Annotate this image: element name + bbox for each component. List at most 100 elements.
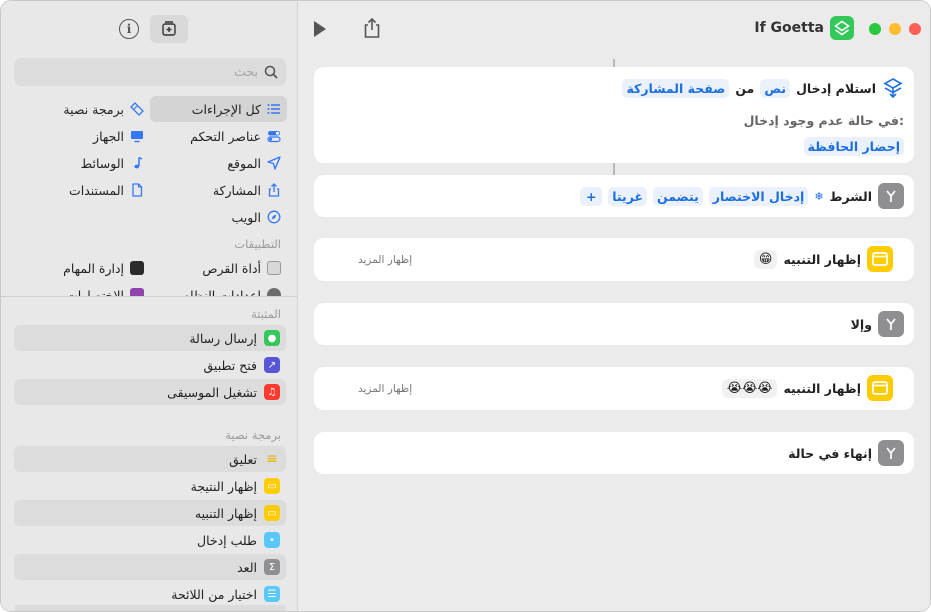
action-ask-input[interactable]: طلب إدخال • <box>14 527 286 553</box>
category-label: الوسائط <box>80 155 124 171</box>
share-button[interactable] <box>362 17 382 39</box>
search-input[interactable]: بحث <box>234 64 258 79</box>
condition-operator-parameter[interactable]: يتضمن <box>653 186 703 206</box>
pinned-label: إرسال رسالة <box>189 330 257 346</box>
source-parameter[interactable]: صفحة المشاركة <box>622 78 730 98</box>
if-label: الشرط <box>829 188 872 204</box>
category-media[interactable]: الوسائط <box>14 150 150 176</box>
app-label: إدارة المهام <box>63 260 124 276</box>
action-label: طلب إدخال <box>197 532 257 548</box>
search-field[interactable]: بحث <box>14 58 286 86</box>
category-all-actions[interactable]: كل الإجراءات <box>150 96 287 122</box>
pinned-label: تشغيل الموسيقى <box>167 384 257 400</box>
branch-icon <box>878 183 904 209</box>
show-alert-action-1[interactable]: إظهار المزيد 😁 إظهار التنبيه <box>314 238 914 281</box>
show-more-button[interactable]: إظهار المزيد <box>358 254 412 266</box>
music-icon: ♫ <box>264 384 280 400</box>
alert-message-parameter[interactable]: 😁 <box>753 249 778 269</box>
show-more-button[interactable]: إظهار المزيد <box>358 383 412 395</box>
action-count[interactable]: العد Σ <box>14 554 286 580</box>
arrow-up-right-icon: ↗ <box>264 357 280 373</box>
otherwise-action[interactable]: وإلا <box>314 303 914 345</box>
pinned-play-music[interactable]: تشغيل الموسيقى ♫ <box>14 379 286 405</box>
app-disk-utility[interactable]: أداة القرص <box>150 255 287 281</box>
action-show-result[interactable]: إظهار النتيجة ▭ <box>14 473 286 499</box>
action-label: تعليق <box>229 451 257 467</box>
action-choose-from-list[interactable]: اختيار من اللائحة ☰ <box>14 581 286 607</box>
shortcut-input-icon: ❄ <box>814 189 824 203</box>
alert-window-icon <box>867 375 893 401</box>
alert-label: إظهار التنبيه <box>783 380 861 396</box>
pinned-send-message[interactable]: إرسال رسالة ● <box>14 325 286 351</box>
receive-input-icon <box>883 78 903 99</box>
condition-value-parameter[interactable]: غريتا <box>608 186 648 206</box>
category-location[interactable]: الموقع <box>150 150 287 176</box>
fallback-label: في حالة عدم وجود إدخال: <box>743 113 904 128</box>
app-label: أداة القرص <box>202 260 261 276</box>
category-label: الويب <box>231 209 262 225</box>
category-documents[interactable]: المستندات <box>14 177 150 203</box>
shortcuts-window: i بحث كل الإجراءات عناصر التحكم الموقع ا… <box>0 0 931 612</box>
action-library-button[interactable] <box>150 15 188 43</box>
alert-message-parameter[interactable]: 😭😭😭 <box>721 378 778 398</box>
minimize-button[interactable] <box>889 23 901 35</box>
sidebar-toolbar: i <box>1 15 298 43</box>
input-type-parameter[interactable]: نص <box>760 78 791 98</box>
action-partial-row <box>14 605 286 611</box>
receive-input-action[interactable]: صفحة المشاركة من نص استلام إدخال في حالة… <box>314 67 914 163</box>
end-if-action[interactable]: إنهاء في حالة <box>314 432 914 474</box>
search-icon <box>264 65 278 79</box>
workflow-canvas: صفحة المشاركة من نص استلام إدخال في حالة… <box>298 57 930 611</box>
category-label: المشاركة <box>212 182 261 198</box>
action-label: العد <box>237 559 257 575</box>
app-shortcuts[interactable]: الاختصارات <box>14 282 150 296</box>
action-comment[interactable]: تعليق ≡ <box>14 446 286 472</box>
app-label: الاختصارات <box>65 287 124 297</box>
from-label: من <box>735 80 755 96</box>
alert1-row: 😁 إظهار التنبيه <box>753 246 893 272</box>
apps-overflow-clip: إعدادات النظام الاختصارات <box>1 282 298 296</box>
receive-title: استلام إدخال <box>796 80 876 96</box>
app-system-settings[interactable]: إعدادات النظام <box>150 282 287 296</box>
share-icon <box>267 183 281 197</box>
branch-icon <box>878 311 904 337</box>
category-sharing[interactable]: المشاركة <box>150 177 287 203</box>
otherwise-row: وإلا <box>851 311 904 337</box>
action-label: اختيار من اللائحة <box>171 586 257 602</box>
app-label: إعدادات النظام <box>182 287 261 297</box>
list-icon <box>267 102 281 116</box>
compass-icon <box>267 210 281 224</box>
info-icon[interactable]: i <box>119 19 139 39</box>
sidebar: i بحث كل الإجراءات عناصر التحكم الموقع ا… <box>1 1 298 611</box>
sidebar-divider <box>1 296 298 297</box>
alert-label: إظهار التنبيه <box>783 251 861 267</box>
category-controls[interactable]: عناصر التحكم <box>150 123 287 149</box>
category-scripting[interactable]: برمجة نصية <box>14 96 150 122</box>
if-action[interactable]: + غريتا يتضمن إدخال الاختصار ❄ الشرط <box>314 175 914 217</box>
condition-input-parameter[interactable]: إدخال الاختصار <box>708 186 809 206</box>
count-icon: Σ <box>264 559 280 575</box>
receive-input-row: صفحة المشاركة من نص استلام إدخال <box>622 77 904 99</box>
add-condition-button[interactable]: + <box>580 186 603 206</box>
close-button[interactable] <box>909 23 921 35</box>
action-show-alert[interactable]: إظهار التنبيه ▭ <box>14 500 286 526</box>
pinned-open-app[interactable]: فتح تطبيق ↗ <box>14 352 286 378</box>
toggle-icon <box>267 129 281 143</box>
if-row: + غريتا يتضمن إدخال الاختصار ❄ الشرط <box>580 183 904 209</box>
play-icon[interactable] <box>314 21 326 37</box>
category-web[interactable]: الويب <box>150 204 287 230</box>
category-device[interactable]: الجهاز <box>14 123 150 149</box>
zoom-button[interactable] <box>869 23 881 35</box>
shortcut-glyph-icon[interactable] <box>830 16 854 40</box>
editor-area: If Goetta صفحة المشاركة من نص استلام إدخ… <box>298 1 930 611</box>
alert-window-icon <box>867 246 893 272</box>
disk-utility-icon <box>267 261 281 275</box>
category-label: عناصر التحكم <box>190 128 261 144</box>
category-label: الموقع <box>227 155 261 171</box>
fallback-action-parameter[interactable]: إحضار الحافظة <box>803 137 904 156</box>
alert-window-icon: ▭ <box>264 505 280 521</box>
shortcut-title[interactable]: If Goetta <box>754 20 824 36</box>
action-label: إظهار النتيجة <box>190 478 257 494</box>
app-activity-monitor[interactable]: إدارة المهام <box>14 255 150 281</box>
show-alert-action-2[interactable]: إظهار المزيد 😭😭😭 إظهار التنبيه <box>314 367 914 410</box>
